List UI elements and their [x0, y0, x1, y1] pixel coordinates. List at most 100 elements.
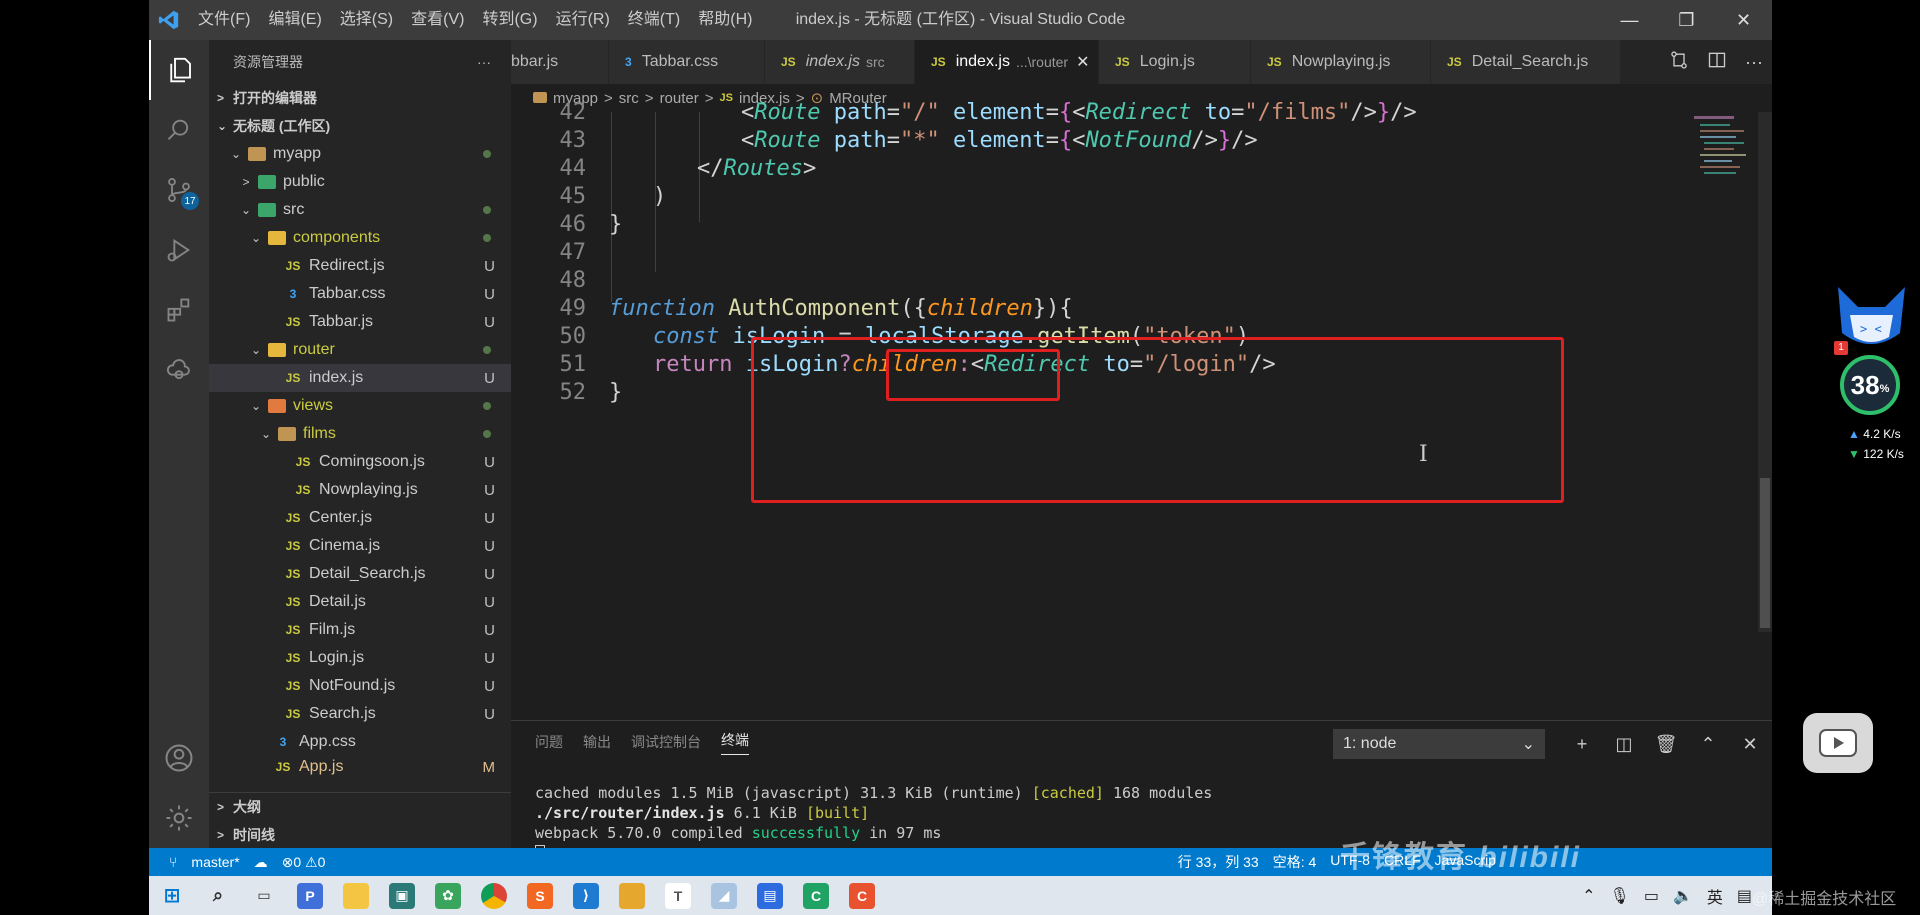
tab-tabbar-css[interactable]: 3 Tabbar.css [609, 40, 765, 84]
maximize-panel-icon[interactable]: ⌃ [1687, 729, 1729, 759]
app-icon[interactable]: C [849, 882, 875, 909]
menu-view[interactable]: 查看(V) [402, 0, 473, 40]
tab-tabbar-js[interactable]: bbar.js [511, 40, 609, 84]
settings-gear-icon[interactable] [149, 788, 209, 848]
open-editors-section[interactable]: > 打开的编辑器 [209, 84, 511, 112]
tree-file-search[interactable]: JS Search.js U [209, 700, 511, 728]
close-panel-icon[interactable]: ✕ [1729, 729, 1771, 759]
tree-folder-components[interactable]: ⌄ components [209, 224, 511, 252]
tree-folder-src[interactable]: ⌄ src [209, 196, 511, 224]
breadcrumb-item[interactable]: src [619, 90, 639, 107]
compare-icon[interactable] [1669, 50, 1689, 74]
app-icon[interactable]: ✿ [435, 882, 461, 909]
tree-file-nowplaying[interactable]: JS Nowplaying.js U [209, 476, 511, 504]
video-play-button[interactable] [1803, 713, 1873, 773]
tree-file-redirect[interactable]: JS Redirect.js U [209, 252, 511, 280]
source-control-icon[interactable]: 17 [149, 160, 209, 220]
tab-problems[interactable]: 问题 [535, 732, 563, 752]
account-icon[interactable] [149, 728, 209, 788]
close-tab-icon[interactable]: ✕ [1076, 52, 1089, 72]
tree-file-login[interactable]: JS Login.js U [209, 644, 511, 672]
windows-start-icon[interactable]: ⊞ [159, 883, 185, 909]
tree-folder-films[interactable]: ⌄ films [209, 420, 511, 448]
editor-scrollbar[interactable] [1758, 112, 1772, 632]
app-icon[interactable]: C [803, 882, 829, 909]
scrollbar-thumb[interactable] [1760, 478, 1770, 628]
vscode-taskbar-icon[interactable]: ⟩ [573, 882, 599, 909]
menu-go[interactable]: 转到(G) [473, 0, 546, 40]
minimize-icon[interactable]: — [1601, 0, 1658, 40]
notification-icon[interactable]: ▤ [1737, 886, 1752, 906]
close-icon[interactable]: ✕ [1715, 0, 1772, 40]
tree-file-tabbar-css[interactable]: 3 Tabbar.css U [209, 280, 511, 308]
tree-file-app-css[interactable]: 3 App.css [209, 728, 511, 756]
terminal-select[interactable]: 1: node ⌄ [1333, 729, 1545, 759]
network-monitor-widget[interactable]: > < 1 38% ▲ 4.2 K/s ▼ 122 K/s [1834, 285, 1909, 461]
tree-file-tabbar-js[interactable]: JS Tabbar.js U [209, 308, 511, 336]
explorer-icon[interactable] [149, 40, 209, 100]
more-actions-icon[interactable]: ··· [477, 54, 491, 70]
tree-folder-router[interactable]: ⌄ router [209, 336, 511, 364]
git-branch[interactable]: master* [191, 854, 239, 870]
tab-nowplaying[interactable]: JS Nowplaying.js [1251, 40, 1431, 84]
menu-help[interactable]: 帮助(H) [689, 0, 761, 40]
mic-icon[interactable]: 🎙 [1610, 886, 1630, 906]
tab-debug-console[interactable]: 调试控制台 [631, 732, 701, 752]
file-explorer-icon[interactable] [343, 882, 369, 909]
restore-icon[interactable]: ❐ [1658, 0, 1715, 40]
tree-file-cinema[interactable]: JS Cinema.js U [209, 532, 511, 560]
app-icon[interactable]: ▣ [389, 882, 415, 909]
tree-folder-myapp[interactable]: ⌄ myapp [209, 140, 511, 168]
tree-file-notfound[interactable]: JS NotFound.js U [209, 672, 511, 700]
add-terminal-icon[interactable]: + [1561, 729, 1603, 759]
breadcrumb-item[interactable]: router [660, 90, 699, 107]
minimap[interactable] [1694, 112, 1758, 202]
chrome-icon[interactable] [481, 882, 507, 909]
extensions-icon[interactable] [149, 280, 209, 340]
search-icon[interactable]: ⌕ [205, 883, 231, 909]
tab-login[interactable]: JS Login.js [1099, 40, 1251, 84]
run-debug-icon[interactable] [149, 220, 209, 280]
tab-router-index[interactable]: JS index.js ...\router ✕ [915, 40, 1099, 84]
sync-icon[interactable]: ☁ [254, 854, 268, 871]
tab-output[interactable]: 输出 [583, 732, 611, 752]
trash-icon[interactable]: 🗑 [1645, 729, 1687, 759]
network-icon[interactable]: ▭ [1644, 886, 1659, 906]
timeline-section[interactable]: > 时间线 [209, 821, 511, 848]
app-icon[interactable]: T [665, 882, 691, 909]
ime-indicator[interactable]: 英 [1707, 884, 1723, 908]
menu-terminal[interactable]: 终端(T) [619, 0, 689, 40]
tab-detail-search[interactable]: JS Detail_Search.js [1431, 40, 1621, 84]
tree-file-center[interactable]: JS Center.js U [209, 504, 511, 532]
folder-icon[interactable] [619, 882, 645, 909]
tree-folder-views[interactable]: ⌄ views [209, 392, 511, 420]
tree-file-film[interactable]: JS Film.js U [209, 616, 511, 644]
app-icon[interactable]: P [297, 882, 323, 909]
outline-section[interactable]: > 大纲 [209, 793, 511, 821]
task-view-icon[interactable]: ▭ [251, 883, 277, 909]
menu-run[interactable]: 运行(R) [547, 0, 619, 40]
tree-file-router-index[interactable]: JS index.js U [209, 364, 511, 392]
more-actions-icon[interactable]: ··· [1745, 52, 1763, 73]
split-editor-icon[interactable] [1707, 50, 1727, 74]
cursor-position[interactable]: 行 33，列 33 [1178, 852, 1259, 872]
menu-file[interactable]: 文件(F) [189, 0, 259, 40]
menu-selection[interactable]: 选择(S) [331, 0, 402, 40]
indent-setting[interactable]: 空格: 4 [1273, 852, 1317, 872]
app-icon[interactable]: ◢ [711, 882, 737, 909]
tree-file-detail-search[interactable]: JS Detail_Search.js U [209, 560, 511, 588]
workspace-section[interactable]: ⌄ 无标题 (工作区) [209, 112, 511, 140]
app-icon[interactable]: ▤ [757, 882, 783, 909]
problems-count[interactable]: ⊗0 ⚠0 [282, 854, 326, 871]
tab-terminal[interactable]: 终端 [721, 730, 749, 755]
tree-file-app-js[interactable]: JS App.js M [209, 756, 511, 778]
tab-src-index[interactable]: JSindex.js...\routersrc [765, 40, 915, 84]
tree-file-comingsoon[interactable]: JS Comingsoon.js U [209, 448, 511, 476]
search-icon[interactable] [149, 100, 209, 160]
tray-chevron-icon[interactable]: ⌃ [1582, 886, 1595, 906]
volume-icon[interactable]: 🔈 [1673, 886, 1693, 906]
split-terminal-icon[interactable]: ◫ [1603, 729, 1645, 759]
remote-explorer-icon[interactable] [149, 340, 209, 400]
sublime-icon[interactable]: S [527, 882, 553, 909]
menu-edit[interactable]: 编辑(E) [259, 0, 330, 40]
